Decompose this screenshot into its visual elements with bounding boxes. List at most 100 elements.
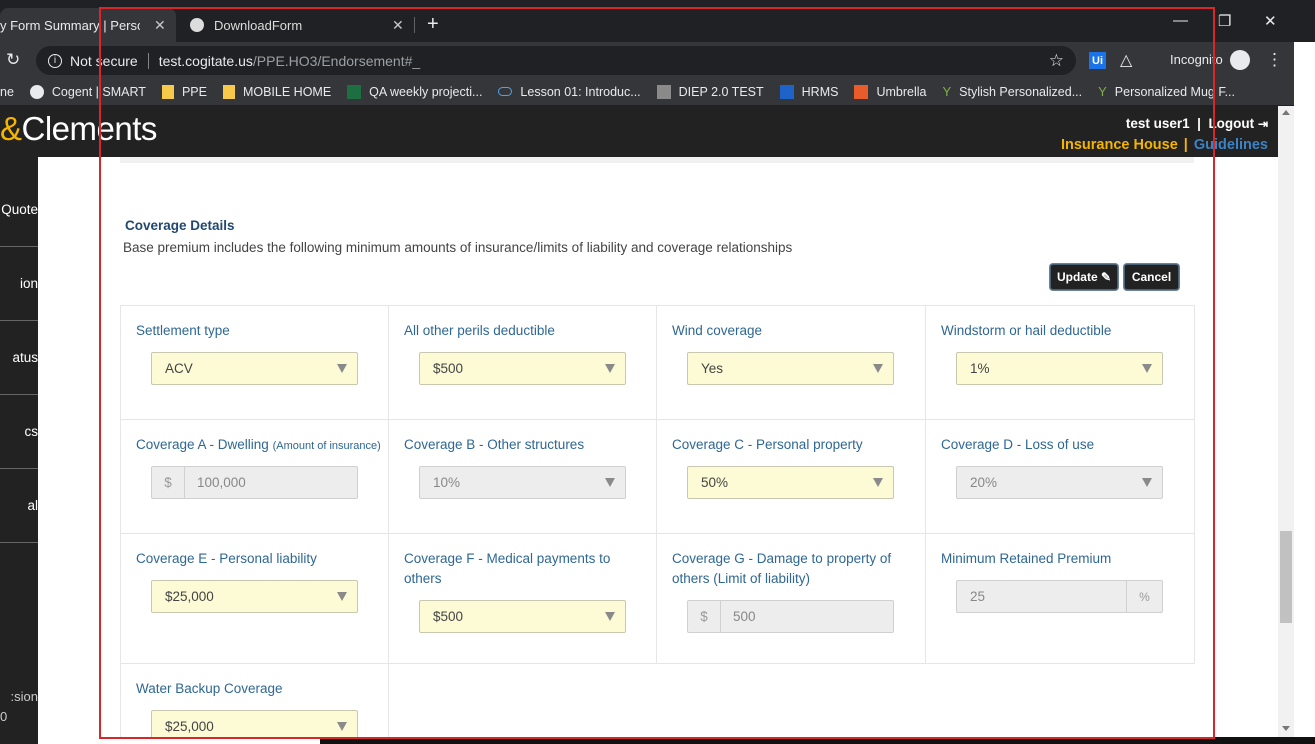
tab-close-icon[interactable]: ✕: [392, 17, 404, 34]
drive-extension-icon[interactable]: △: [1120, 50, 1132, 70]
browser-tab-strip: y Form Summary | Personal Lines ✕ Downlo…: [0, 0, 1315, 42]
logo-text: Clements: [21, 110, 158, 147]
sidebar-item-status[interactable]: atus: [0, 321, 38, 395]
bookmark-item[interactable]: ne: [0, 85, 14, 99]
bookmark-star-icon[interactable]: ☆: [1049, 51, 1064, 71]
dollar-prefix: $: [688, 601, 721, 632]
coverage-g-input[interactable]: $ 500: [687, 600, 894, 633]
info-icon[interactable]: i: [48, 53, 62, 68]
update-button[interactable]: Update ✎: [1050, 264, 1118, 290]
security-label: Not secure: [70, 52, 138, 69]
incognito-icon[interactable]: [1230, 50, 1250, 70]
all-other-perils-label: All other perils deductible: [404, 323, 555, 338]
input-value: 500: [733, 609, 756, 624]
settlement-type-cell: Settlement type ACV: [120, 305, 389, 420]
coverage-e-select[interactable]: $25,000: [151, 580, 358, 613]
settlement-type-select[interactable]: ACV: [151, 352, 358, 385]
page-scrollbar[interactable]: [1278, 106, 1294, 737]
restore-button[interactable]: ❐: [1218, 12, 1231, 30]
coverage-b-cell: Coverage B - Other structures 10%: [388, 419, 657, 534]
scrollbar-thumb[interactable]: [1280, 531, 1292, 623]
coverage-f-select[interactable]: $500: [419, 600, 626, 633]
reload-icon[interactable]: ↻: [6, 50, 20, 70]
coverage-c-select[interactable]: 50%: [687, 466, 894, 499]
coverage-a-cell: Coverage A - Dwelling (Amount of insuran…: [120, 419, 389, 534]
windstorm-deductible-cell: Windstorm or hail deductible 1%: [925, 305, 1195, 420]
site-icon: [779, 84, 794, 99]
browser-toolbar: ↻ i Not secure test.cogitate.us/PPE.HO3/…: [0, 42, 1315, 78]
minimize-button[interactable]: —: [1173, 12, 1188, 29]
excel-icon: [347, 84, 362, 99]
coverage-d-cell: Coverage D - Loss of use 20%: [925, 419, 1195, 534]
coverage-f-label: Coverage F - Medical payments to others: [404, 551, 611, 586]
coverage-a-sublabel: (Amount of insurance): [272, 440, 381, 452]
cancel-button[interactable]: Cancel: [1124, 264, 1179, 290]
leaf-icon: Y: [1098, 84, 1107, 99]
select-value: ACV: [165, 361, 193, 376]
tab-title: DownloadForm: [214, 17, 303, 33]
windstorm-deductible-select[interactable]: 1%: [956, 352, 1163, 385]
cloud-icon: [498, 87, 513, 96]
guidelines-link[interactable]: Guidelines: [1194, 137, 1268, 153]
coverage-b-select[interactable]: 10%: [419, 466, 626, 499]
percent-suffix: %: [1126, 581, 1162, 612]
logo-ampersand: &: [0, 110, 22, 147]
coverage-c-cell: Coverage C - Personal property 50%: [656, 419, 926, 534]
version-info: sion: 0: [0, 687, 38, 727]
bookmark-label: ne: [0, 84, 14, 99]
clements-logo[interactable]: &Clements: [0, 110, 157, 148]
coverage-a-input[interactable]: $ 100,000: [151, 466, 358, 499]
wind-coverage-select[interactable]: Yes: [687, 352, 894, 385]
address-bar[interactable]: i Not secure test.cogitate.us/PPE.HO3/En…: [36, 46, 1076, 75]
select-value: Yes: [701, 361, 724, 376]
select-value: 10%: [433, 475, 461, 490]
bookmark-item[interactable]: Lesson 01: Introduc...: [498, 85, 641, 99]
bookmark-item[interactable]: QA weekly projecti...: [347, 84, 483, 99]
coverage-g-label: Coverage G - Damage to property of other…: [672, 551, 892, 586]
sidebar-item-docs[interactable]: cs: [0, 395, 38, 469]
browser-tab-downloadform[interactable]: DownloadForm ✕: [180, 8, 412, 42]
bookmark-item[interactable]: DIEP 2.0 TEST: [656, 84, 764, 99]
all-other-perils-select[interactable]: $500: [419, 352, 626, 385]
app-header: &Clements test user1 | Logout ⇥ Insuranc…: [0, 106, 1278, 157]
bookmark-item[interactable]: Cogent | SMART: [29, 84, 146, 99]
bookmark-label: QA weekly projecti...: [369, 84, 483, 99]
url-host: test.cogitate.us: [158, 52, 253, 69]
update-button-label: Update: [1056, 270, 1098, 284]
sidebar-item-application[interactable]: ion: [0, 247, 38, 321]
logout-icon[interactable]: ⇥: [1258, 117, 1268, 131]
uipath-extension-icon[interactable]: Ui: [1089, 52, 1106, 69]
browser-tab-form-summary[interactable]: y Form Summary | Personal Lines ✕: [0, 8, 176, 42]
coverage-d-select[interactable]: 20%: [956, 466, 1163, 499]
bookmark-folder[interactable]: PPE: [161, 84, 207, 99]
bookmark-folder[interactable]: MOBILE HOME: [222, 84, 331, 99]
bookmark-label: HRMS: [801, 84, 839, 99]
window-close-button[interactable]: ✕: [1264, 12, 1277, 30]
tab-close-icon[interactable]: ✕: [154, 17, 166, 34]
browser-menu-icon[interactable]: ⋮: [1266, 50, 1283, 70]
bookmarks-bar: ne Cogent | SMART PPE MOBILE HOME QA wee…: [0, 78, 1315, 106]
incognito-label: Incognito: [1170, 52, 1223, 67]
wind-coverage-label: Wind coverage: [672, 323, 763, 338]
caret-down-icon: [337, 364, 347, 373]
scroll-down-icon[interactable]: [1282, 726, 1290, 731]
sidebar-item-renewal[interactable]: al: [0, 469, 38, 543]
bookmark-label: Personalized Mug F...: [1114, 84, 1235, 99]
bookmark-label: PPE: [181, 84, 207, 99]
bookmark-item[interactable]: HRMS: [779, 84, 839, 99]
sidebar-item-label: al: [27, 498, 38, 513]
bookmark-item[interactable]: Y Personalized Mug F...: [1098, 84, 1235, 99]
new-tab-button[interactable]: +: [427, 13, 439, 36]
select-value: $500: [433, 609, 464, 624]
scroll-up-icon[interactable]: [1282, 110, 1290, 115]
logout-link[interactable]: Logout: [1208, 116, 1254, 131]
bookmark-item[interactable]: Umbrella: [854, 84, 926, 99]
water-backup-select[interactable]: $25,000: [151, 710, 358, 737]
sidebar-item-quote[interactable]: Quote: [0, 173, 38, 247]
coverage-a-label-text: Coverage A - Dwelling: [136, 437, 269, 452]
tab-title: y Form Summary | Personal Lines: [0, 17, 140, 33]
min-retained-premium-input[interactable]: 25 %: [956, 580, 1163, 613]
company-name: Insurance House: [1060, 137, 1178, 153]
bookmark-item[interactable]: Y Stylish Personalized...: [942, 84, 1082, 99]
tab-separator: [414, 17, 415, 33]
